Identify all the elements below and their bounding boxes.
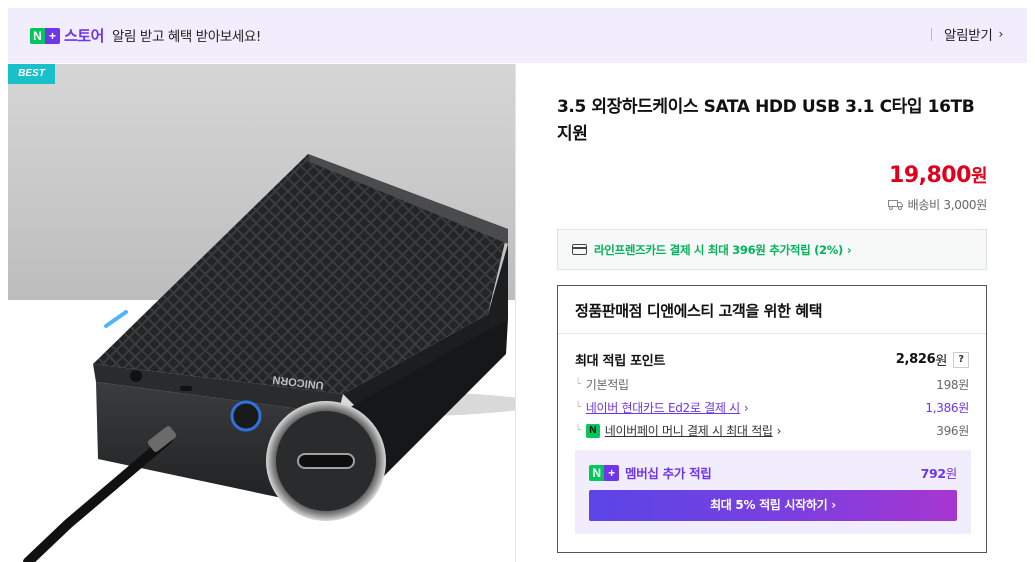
membership-value-wrap: 792원 (920, 463, 958, 482)
points-breakdown-row: └ 기본적립 198원 (575, 376, 969, 393)
tree-branch-icon: └ (575, 425, 581, 436)
credit-card-icon (572, 244, 587, 255)
membership-value: 792 (920, 466, 947, 481)
chevron-right-icon: › (776, 423, 782, 438)
membership-label: 멤버십 추가 적립 (625, 466, 712, 481)
membership-box: N + 멤버십 추가 적립 792원 최대 5% 적립 시작하기 › (575, 450, 971, 534)
max-points-unit: 원 (935, 354, 947, 369)
promo-message: 알림 받고 혜택 받아보세요! (112, 29, 261, 45)
shipping-fee: 배송비 3,000원 (887, 196, 988, 213)
hyundai-card-link[interactable]: 네이버 현대카드 Ed2로 결제 시 (586, 399, 740, 416)
help-icon[interactable]: ? (953, 351, 969, 368)
benefit-heading: 정품판매점 디앤에스티 고객을 위한 혜택 (558, 286, 986, 334)
points-row-value: 396원 (936, 424, 969, 438)
max-points-label: 최대 적립 포인트 (575, 354, 666, 369)
membership-row: N + 멤버십 추가 적립 792원 (589, 463, 957, 482)
top-banner: N + 스토어 알림 받고 혜택 받아보세요! 알림받기 › (8, 8, 1027, 63)
truck-icon (887, 200, 903, 210)
product-title: 3.5 외장하드케이스 SATA HDD USB 3.1 C타입 16TB 지원 (557, 97, 975, 144)
tree-branch-icon: └ (575, 379, 581, 390)
divider (931, 27, 933, 41)
chevron-right-icon: › (998, 27, 1004, 41)
points-row-value: 198원 (936, 378, 969, 392)
max-points-value-wrap: 2,826 원 ? (896, 350, 969, 369)
chevron-right-icon: › (743, 400, 749, 415)
price-unit: 원 (970, 166, 988, 187)
shipping-text: 배송비 3,000원 (907, 198, 988, 212)
promo-message-wrap: 알림 받고 혜택 받아보세요! (112, 25, 261, 45)
naverpay-money-link[interactable]: 네이버페이 머니 결제 시 최대 적립 (605, 422, 773, 439)
card-promo-banner[interactable]: 라인프렌즈카드 결제 시 최대 396원 추가적립 (2%) › (557, 229, 987, 270)
card-promo-text: 라인프렌즈카드 결제 시 최대 396원 추가적립 (2%) (594, 242, 843, 257)
naverpay-icon: N (585, 423, 600, 438)
product-photo: UNICORN (8, 64, 515, 562)
store-brand: 스토어 (64, 27, 104, 45)
max-points-value: 2,826 (895, 352, 936, 367)
max-points-row: 최대 적립 포인트 2,826 원 ? (575, 350, 969, 369)
best-badge: BEST (8, 64, 55, 84)
nplus-store-logo[interactable]: N + 스토어 (30, 25, 104, 46)
price-value: 19,800 (889, 163, 971, 188)
chevron-right-icon: › (846, 242, 852, 257)
membership-start-button[interactable]: 최대 5% 적립 시작하기 › (589, 490, 957, 521)
notify-label: 알림받기 (944, 28, 993, 44)
nplus-badge-icon: N + (589, 464, 619, 481)
membership-unit: 원 (945, 466, 958, 481)
notify-button[interactable]: 알림받기 › (931, 24, 1003, 44)
benefit-panel: 정품판매점 디앤에스티 고객을 위한 혜택 최대 적립 포인트 2,826 원 ?… (557, 285, 987, 553)
product-image[interactable]: UNICORN BEST (8, 64, 516, 562)
points-breakdown-row: └ 네이버 현대카드 Ed2로 결제 시 › 1,386원 (575, 399, 969, 416)
tree-branch-icon: └ (575, 402, 581, 413)
nplus-badge-icon: N + (30, 27, 60, 44)
points-row-value: 1,386원 (925, 401, 969, 415)
points-row-label: 기본적립 (585, 378, 629, 392)
points-breakdown-row: └ N 네이버페이 머니 결제 시 최대 적립 › 396원 (575, 422, 969, 439)
product-price: 19,800원 (889, 162, 987, 188)
